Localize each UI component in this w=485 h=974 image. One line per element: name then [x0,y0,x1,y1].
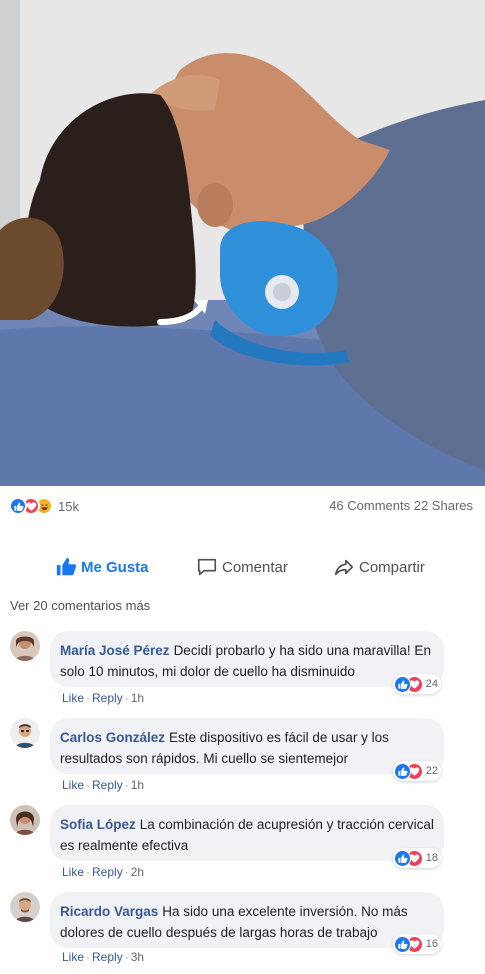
comment-like-link[interactable]: Like [62,691,84,705]
comments-shares-count[interactable]: 46 Comments 22 Shares [329,498,473,513]
comment-meta: Like · Reply · 2h [62,865,145,879]
comment-like-link[interactable]: Like [62,865,84,879]
like-icon [393,849,411,867]
share-icon [334,559,354,576]
like-icon [393,762,411,780]
comment-reply-link[interactable]: Reply [92,865,123,879]
comment-reply-link[interactable]: Reply [92,691,123,705]
avatar[interactable] [10,718,40,748]
comment-reply-link[interactable]: Reply [92,778,123,792]
like-icon [393,935,411,953]
action-bar: Me Gusta Comentar Compartir [0,545,485,589]
reaction-count: 15k [58,498,79,514]
like-button-label: Me Gusta [81,558,149,576]
comment-bubble: Carlos González Este dispositivo es fácil… [50,718,444,774]
comment-reactions[interactable]: 16 [392,934,441,954]
reaction-summary[interactable]: 15k [9,496,79,516]
comment-reactions[interactable]: 18 [392,848,441,868]
comment-like-link[interactable]: Like [62,950,84,964]
comment-reaction-count: 22 [425,765,438,777]
comment-time[interactable]: 1h [131,691,144,705]
thumbs-up-icon [56,557,77,576]
comment-button[interactable]: Comentar [196,545,288,589]
comment-like-link[interactable]: Like [62,778,84,792]
comment-icon [197,558,217,576]
avatar[interactable] [10,631,40,661]
commenter-name[interactable]: Ricardo Vargas [60,904,158,919]
avatar[interactable] [10,805,40,835]
like-button[interactable]: Me Gusta [55,545,149,589]
comment-time[interactable]: 1h [131,778,144,792]
post-photo[interactable] [0,0,485,486]
comment-bubble: Sofia López La combinación de acupresión … [50,805,444,861]
like-icon [9,497,27,515]
comment-reactions[interactable]: 24 [392,674,441,694]
commenter-name[interactable]: Sofia López [60,817,136,832]
comment-reaction-count: 16 [425,938,438,950]
comment-reaction-count: 18 [425,852,438,864]
comment-time[interactable]: 2h [131,865,144,879]
comment-bubble: María José Pérez Decidí probarlo y ha sid… [50,631,444,687]
avatar[interactable] [10,892,40,922]
comment-meta: Like · Reply · 1h [62,691,145,705]
comment-reply-link[interactable]: Reply [92,950,123,964]
commenter-name[interactable]: María José Pérez [60,643,170,658]
like-icon [393,675,411,693]
photo-illustration [0,0,485,486]
comment-meta: Like · Reply · 3h [62,950,145,964]
post-stats: 15k 46 Comments 22 Shares [0,486,485,526]
comment-reaction-count: 24 [425,678,438,690]
comment-reactions[interactable]: 22 [392,761,441,781]
view-more-comments-link[interactable]: Ver 20 comentarios más [10,598,150,613]
commenter-name[interactable]: Carlos González [60,730,165,745]
comment-meta: Like · Reply · 1h [62,778,145,792]
share-button-label: Compartir [359,558,425,576]
comment-button-label: Comentar [222,558,288,576]
comment-time[interactable]: 3h [131,950,144,964]
comment-bubble: Ricardo Vargas Ha sido una excelente inve… [50,892,444,948]
share-button[interactable]: Compartir [333,545,425,589]
